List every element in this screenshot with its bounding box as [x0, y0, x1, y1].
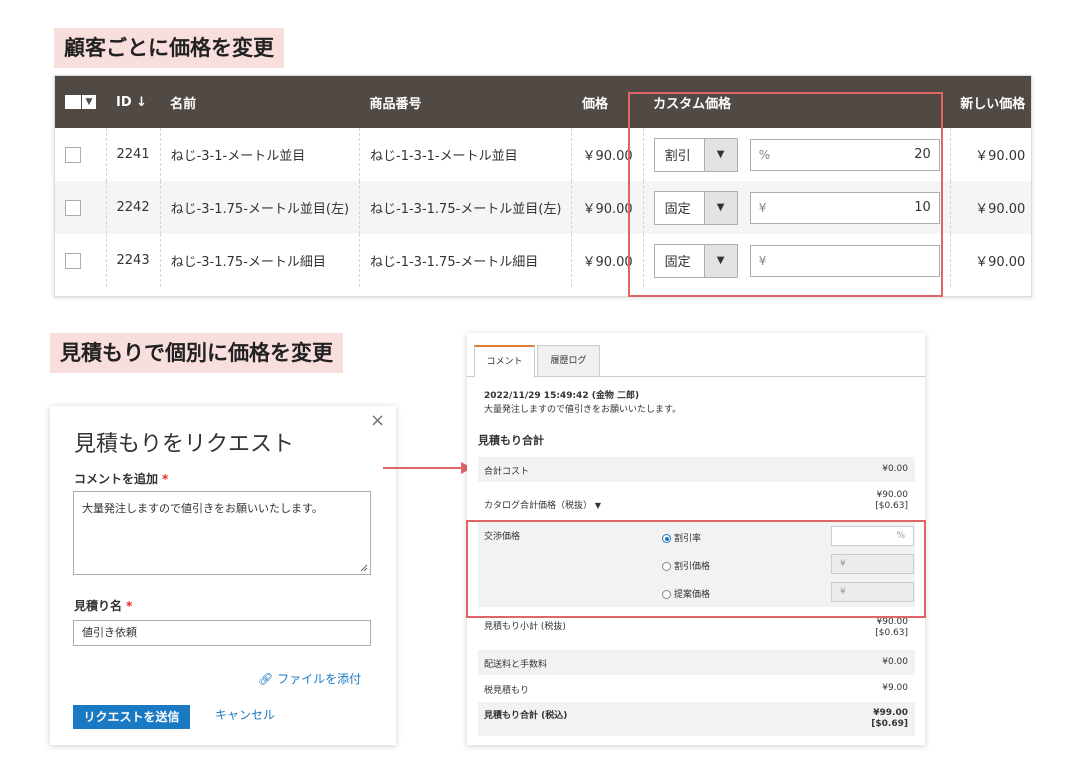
comment-text: 大量発注しますので値引きをお願いいたします。 — [82, 502, 323, 515]
cell-id: 2242 — [105, 181, 161, 234]
cell-id: 2243 — [105, 234, 161, 287]
catalog-row: カタログ合計価格（税抜） ▼ ¥90.00 [$0.63] — [478, 488, 915, 518]
cell-name: ねじ-3-1.75-メートル並目(左) — [159, 181, 360, 234]
quote-total-title: 見積もり合計 — [478, 434, 544, 447]
row-value: ¥0.00 — [882, 657, 908, 667]
cell-new-price: ￥90.00 — [949, 234, 1031, 287]
row-value: ¥0.00 — [882, 464, 908, 474]
cell-id: 2241 — [105, 128, 161, 181]
negotiated-price-highlight — [466, 520, 926, 618]
cell-sku: ねじ-1-3-1.75-メートル細目 — [359, 234, 572, 287]
row-label: 合計コスト — [484, 467, 530, 477]
row-label: 見積もり小計 (税抜) — [484, 622, 566, 632]
tab-comment[interactable]: コメント — [474, 345, 535, 378]
quote-name-label: 見積り名 * — [74, 599, 133, 613]
cell-sku: ねじ-1-3-1.75-メートル並目(左) — [359, 181, 572, 234]
section-heading-quote-price: 見積もりで個別に価格を変更 — [50, 333, 343, 373]
resize-handle-icon[interactable] — [360, 564, 368, 572]
row-value: ¥99.00 [$0.69] — [871, 708, 908, 729]
shipping-row: 配送料と手数料 ¥0.00 — [478, 650, 915, 675]
caret-down-icon[interactable]: ▼ — [595, 501, 601, 510]
attach-file-link[interactable]: 🔗︎ ファイルを添付 — [258, 670, 361, 687]
quote-name-field[interactable]: 値引き依頼 — [73, 620, 371, 646]
request-quote-modal: 見積もりをリクエスト × コメントを追加 * 大量発注しますので値引きをお願いいた… — [50, 406, 396, 745]
select-all-checkbox[interactable] — [65, 95, 81, 109]
tab-history-log[interactable]: 履歴ログ — [537, 345, 600, 377]
tax-row: 税見積もり ¥9.00 — [478, 676, 915, 701]
modal-title: 見積もりをリクエスト — [74, 432, 295, 457]
row-checkbox[interactable] — [65, 199, 81, 216]
chevron-down-icon[interactable]: ▼ — [82, 95, 96, 109]
comment-text: 大量発注しますので値引きをお願いいたします。 — [484, 405, 682, 415]
cell-sku: ねじ-1-3-1-メートル並目 — [359, 128, 572, 181]
mass-select-control[interactable]: ▼ — [55, 76, 106, 128]
comment-meta: 2022/11/29 15:49:42 (金物 二郎) — [484, 391, 640, 401]
cell-name: ねじ-3-1-メートル並目 — [159, 128, 360, 181]
row-label: 見積もり合計 (税込) — [484, 711, 568, 721]
comment-textarea[interactable]: 大量発注しますので値引きをお願いいたします。 — [73, 491, 371, 575]
catalog-label[interactable]: カタログ合計価格（税抜） ▼ — [484, 498, 601, 511]
column-header-name[interactable]: 名前 — [160, 76, 360, 128]
required-mark: * — [162, 472, 169, 486]
row-label: 配送料と手数料 — [484, 660, 548, 670]
column-header-new-price[interactable]: 新しい価格 — [950, 76, 1031, 128]
row-value: ¥90.00 [$0.63] — [875, 617, 908, 638]
total-cost-row: 合計コスト ¥0.00 — [478, 457, 915, 482]
cell-new-price: ￥90.00 — [949, 181, 1031, 234]
section-heading-customer-price: 顧客ごとに価格を変更 — [54, 28, 284, 68]
arrow-right-icon — [383, 462, 472, 474]
cancel-link[interactable]: キャンセル — [215, 706, 275, 723]
row-value: ¥90.00 [$0.63] — [875, 490, 908, 511]
column-header-id[interactable]: ID ↓ — [106, 76, 161, 128]
row-checkbox[interactable] — [65, 146, 81, 163]
column-header-sku[interactable]: 商品番号 — [359, 76, 572, 128]
paperclip-icon: 🔗︎ — [258, 672, 274, 686]
subtotal-row: 見積もり小計 (税抜) ¥90.00 [$0.63] — [478, 615, 915, 645]
close-icon[interactable]: × — [370, 410, 385, 431]
row-value: ¥9.00 — [882, 683, 908, 693]
submit-request-button[interactable]: リクエストを送信 — [73, 705, 190, 729]
required-mark: * — [126, 599, 133, 613]
row-label: 税見積もり — [484, 686, 530, 696]
custom-price-highlight — [628, 92, 943, 297]
row-checkbox[interactable] — [65, 252, 81, 269]
grand-total-row: 見積もり合計 (税込) ¥99.00 [$0.69] — [478, 702, 915, 736]
comment-label: コメントを追加 * — [74, 472, 169, 486]
cell-name: ねじ-3-1.75-メートル細目 — [159, 234, 360, 287]
cell-new-price: ￥90.00 — [949, 128, 1031, 181]
